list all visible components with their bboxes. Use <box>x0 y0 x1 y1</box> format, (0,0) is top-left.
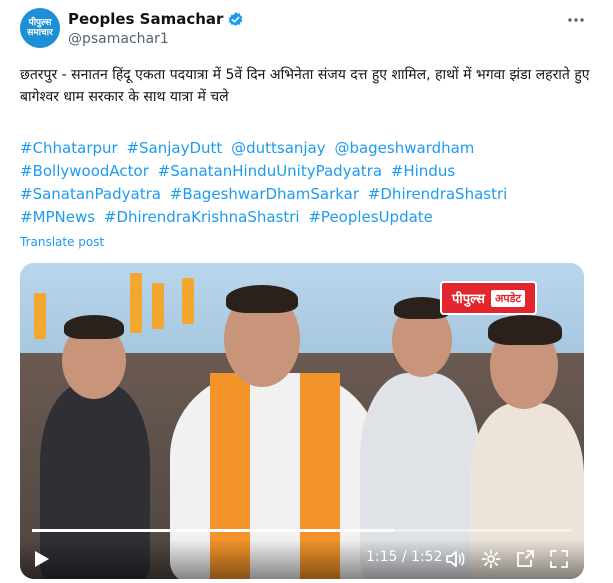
volume-icon[interactable] <box>444 548 466 570</box>
hashtag-link[interactable]: #BollywoodActor <box>20 162 149 180</box>
hashtag-link[interactable]: #MPNews <box>20 208 95 226</box>
hashtag-link[interactable]: #SanatanPadyatra <box>20 185 161 203</box>
more-icon[interactable] <box>566 10 586 30</box>
translate-post-link[interactable]: Translate post <box>20 235 104 249</box>
hashtag-link[interactable]: #DhirendraShastri <box>368 185 508 203</box>
hashtag-link[interactable]: #SanatanHinduUnityPadyatra <box>158 162 382 180</box>
picture-in-picture-icon[interactable] <box>514 548 536 570</box>
progress-bar[interactable] <box>32 529 572 532</box>
hashtag-link[interactable]: #DhirendraKrishnaShastri <box>104 208 300 226</box>
watermark-logo: पीपुल्स अपडेट <box>440 281 538 315</box>
hashtag-link[interactable]: #BageshwarDhamSarkar <box>170 185 359 203</box>
saffron-flag <box>34 293 46 339</box>
fullscreen-icon[interactable] <box>548 548 570 570</box>
saffron-flag <box>182 278 194 324</box>
mention-link[interactable]: @duttsanjay <box>231 139 326 157</box>
hashtag-link[interactable]: #Hindus <box>391 162 455 180</box>
settings-icon[interactable] <box>480 548 502 570</box>
author-display-name[interactable]: Peoples Samachar <box>68 10 223 28</box>
avatar[interactable]: पीपुल्स समाचार <box>20 8 60 48</box>
watermark-sub: अपडेट <box>490 289 526 307</box>
hashtag-link[interactable]: #SanjayDutt <box>126 139 222 157</box>
hashtag-link[interactable]: #PeoplesUpdate <box>308 208 433 226</box>
time-display: 1:15 / 1:52 <box>366 549 443 565</box>
saffron-flag <box>130 273 142 333</box>
mention-link[interactable]: @bageshwardham <box>334 139 474 157</box>
saffron-flag <box>152 283 164 329</box>
avatar-text-line-2: समाचार <box>27 28 53 38</box>
author-handle[interactable]: @psamachar1 <box>68 31 169 47</box>
hashtag-link[interactable]: #Chhatarpur <box>20 139 118 157</box>
video-player[interactable]: पीपुल्स अपडेट 1:15 / 1:52 <box>20 263 584 579</box>
progress-fill <box>32 529 394 532</box>
watermark-main: पीपुल्स <box>452 292 485 307</box>
hashtag-list: #Chhatarpur #SanjayDutt @duttsanjay @bag… <box>20 137 595 229</box>
person-right-hair <box>488 315 562 345</box>
person-center-hair <box>226 285 298 313</box>
play-icon[interactable] <box>30 548 52 570</box>
post-text: छतरपुर - सनातन हिंदू एकता पदयात्रा में 5… <box>20 67 590 105</box>
tweet-card: पीपुल्स समाचार Peoples Samachar @psamach… <box>0 0 613 583</box>
verified-badge-icon <box>229 11 243 26</box>
person-left-hair <box>64 315 124 339</box>
avatar-text-line-1: पीपुल्स <box>28 18 52 28</box>
author-row: Peoples Samachar <box>68 10 244 28</box>
